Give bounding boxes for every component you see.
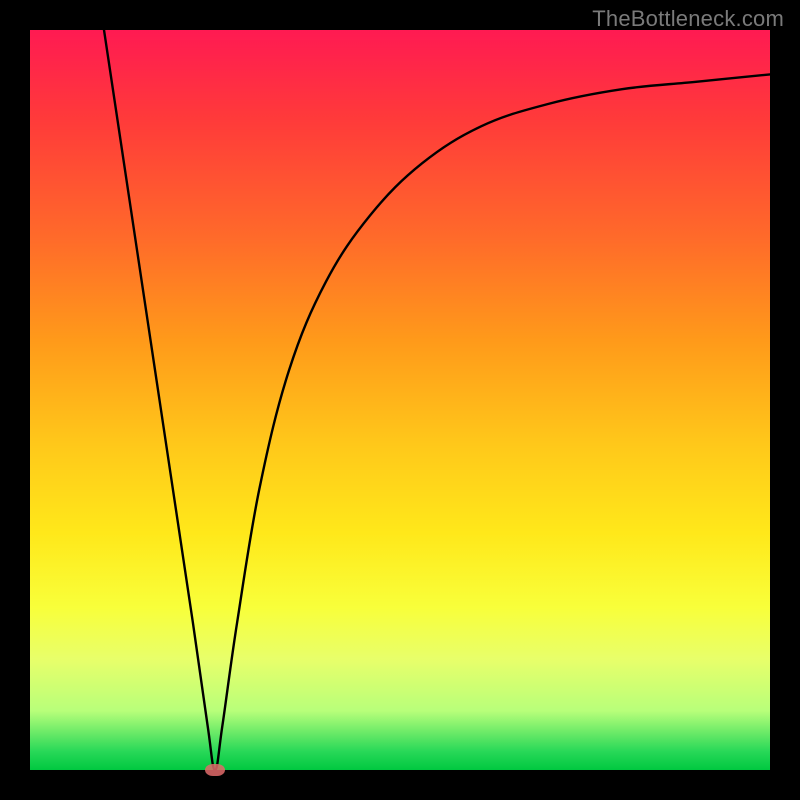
curve-path <box>104 30 770 770</box>
bottleneck-curve <box>30 30 770 770</box>
plot-area <box>30 30 770 770</box>
watermark-text: TheBottleneck.com <box>592 6 784 32</box>
optimal-point-marker <box>205 764 225 776</box>
chart-frame: TheBottleneck.com <box>0 0 800 800</box>
